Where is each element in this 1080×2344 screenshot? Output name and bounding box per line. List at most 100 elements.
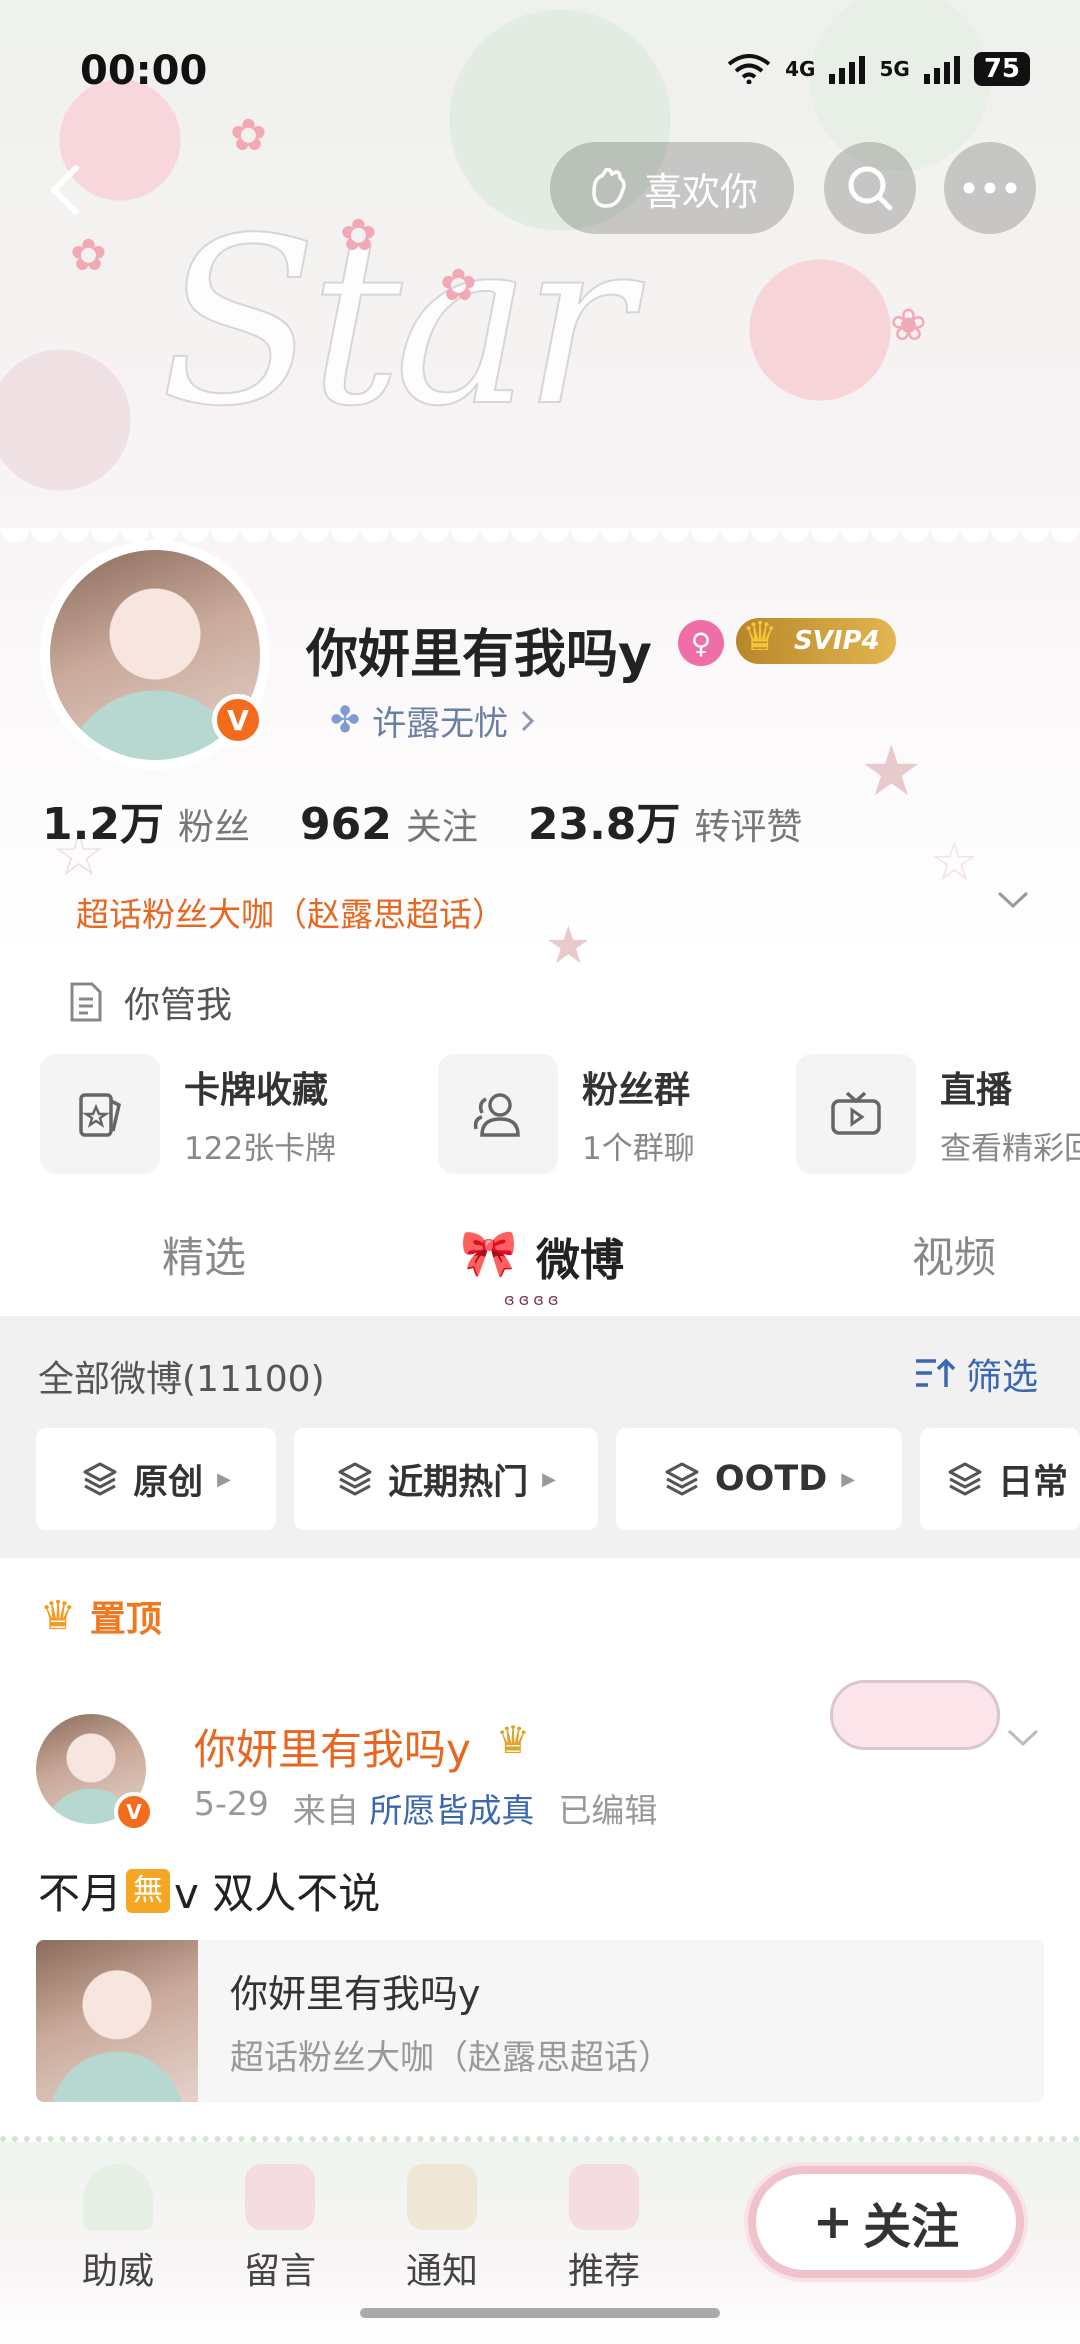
flower-decoration: ❀ [890,300,927,351]
layers-icon [665,1462,699,1496]
post-text-part: 不月 [38,1869,123,1918]
chevron-down-icon [1007,1729,1039,1747]
chip-daily[interactable]: 日常 [920,1428,1080,1530]
tv-icon [796,1054,916,1174]
stat-followers[interactable]: 1.2万 粉丝 [42,788,250,852]
status-bar: 00:00 4G 5G 75 [0,0,1080,130]
hand-heart-icon [592,167,626,208]
star-decoration: ☆ [930,830,979,893]
shared-card[interactable]: 你妍里有我吗y 超话粉丝大咖（赵露思超话） [36,1940,1044,2102]
chip-label: 日常 [998,1462,1069,1503]
bell-icon [407,2164,477,2230]
star-decoration: ★ [860,730,923,812]
bottom-message-button[interactable]: 留言 [244,2164,317,2294]
follow-button[interactable]: + 关注 [748,2166,1024,2278]
stat-following[interactable]: 962 关注 [300,798,478,850]
banner-script-decoration: Star [159,189,634,458]
flower-decoration: ✿ [340,210,377,261]
more-button[interactable] [944,142,1036,234]
chip-ootd[interactable]: OOTD ▶ [616,1428,902,1530]
chip-label: 近期热门 [388,1462,529,1503]
expand-profile-button[interactable] [996,890,1030,914]
search-button[interactable] [824,142,916,234]
emoji-sticker: 無 [126,1868,171,1913]
supertag-link[interactable]: ✤ 许露无忧 [330,696,536,745]
crown-icon: ♛ [742,614,778,660]
post-from-label: 来自 [292,1791,359,1830]
bottom-item-label: 留言 [244,2251,317,2292]
bottom-item-label: 通知 [406,2251,479,2292]
chip-recent-hot[interactable]: 近期热门 ▶ [294,1428,598,1530]
follow-label: 关注 [863,2199,960,2255]
bow-icon: 🎀 [460,1226,518,1280]
verified-v-icon: V [114,1792,154,1832]
post-author-name[interactable]: 你妍里有我吗y [194,1716,471,1777]
fan-title-badge[interactable]: 超话粉丝大咖（赵露思超话） [76,888,505,936]
tab-underline-decoration: ɞɞɞɞ [504,1290,563,1309]
caret-right-icon: ▶ [542,1468,556,1490]
tab-weibo[interactable]: 微博 [536,1224,624,1288]
bottom-notify-button[interactable]: 通知 [406,2164,479,2294]
shared-card-thumbnail [36,1940,198,2102]
like-you-label: 喜欢你 [643,169,758,214]
feature-title: 直播 [940,1069,1013,1111]
back-button[interactable] [36,160,96,220]
stat-interactions[interactable]: 23.8万 转评赞 [528,788,803,852]
bottom-recommend-button[interactable]: 推荐 [568,2164,640,2294]
profile-stats: 1.2万 粉丝 962 关注 23.8万 转评赞 [42,788,852,852]
layers-icon [338,1462,372,1496]
stat-label: 转评赞 [694,807,803,848]
crown-icon: ♛ [496,1718,531,1762]
home-indicator [360,2308,720,2318]
intro-text: 你管我 [124,985,233,1026]
more-dots-icon [963,182,1017,194]
bottom-cheer-button[interactable]: 助威 [82,2164,154,2294]
post-menu-button[interactable] [1006,1728,1040,1752]
network-4g-label: 4G [785,57,816,81]
card-icon [40,1054,160,1174]
stat-number: 1.2万 [42,799,164,850]
filter-label: 筛选 [966,1357,1039,1398]
group-icon [438,1054,558,1174]
crown-icon: ♛ [40,1593,76,1639]
shared-card-title: 你妍里有我吗y [230,1972,481,2016]
caret-right-icon: ▶ [841,1468,856,1490]
post-text: 不月 無 v 双人不说 [38,1860,380,1921]
chevron-down-icon [997,891,1029,909]
feature-title: 粉丝群 [582,1069,691,1111]
battery-indicator: 75 [973,52,1030,86]
supertag-label: 许露无忧 [372,704,509,744]
stat-label: 粉丝 [177,807,250,848]
filter-button[interactable]: 筛选 [914,1348,1038,1400]
post-meta: 5-29 来自 所愿皆成真 已编辑 [194,1784,657,1832]
profile-intro: 你管我 [68,976,232,1028]
feature-title: 卡牌收藏 [184,1069,329,1111]
layers-icon [948,1462,982,1496]
like-you-button[interactable]: 喜欢你 [550,142,794,234]
pinned-label: 置顶 [89,1599,162,1640]
search-icon [848,166,893,211]
stat-number: 962 [299,799,392,850]
chevron-left-icon [51,165,79,215]
chip-label: 原创 [133,1462,204,1503]
chip-original[interactable]: 原创 ▶ [36,1428,276,1530]
tab-video[interactable]: 视频 [912,1224,996,1285]
feature-row: 卡牌收藏 122张卡牌 粉丝群 1个群聊 直播 查看精彩回 [40,1052,1080,1176]
post-text-part: v 双人不说 [174,1869,381,1918]
feature-card-live[interactable]: 直播 查看精彩回 [796,1052,1080,1176]
flower-decoration: ✿ [70,230,107,281]
svip-badge[interactable]: ♛ SVIP4 [736,614,896,664]
post-date: 5-29 [194,1784,269,1823]
feature-card-collection[interactable]: 卡牌收藏 122张卡牌 [40,1052,336,1176]
filter-sort-icon [916,1358,956,1387]
message-icon [245,2164,315,2230]
layers-icon [83,1462,117,1496]
tab-featured[interactable]: 精选 [162,1224,246,1285]
sticker-decoration [830,1680,1000,1750]
document-icon [70,982,102,1022]
feature-card-fan-group[interactable]: 粉丝群 1个群聊 [438,1052,695,1176]
house-icon [569,2164,639,2230]
stat-number: 23.8万 [527,799,681,850]
chip-label: OOTD [714,1459,828,1499]
post-source-link[interactable]: 所愿皆成真 [369,1791,534,1830]
